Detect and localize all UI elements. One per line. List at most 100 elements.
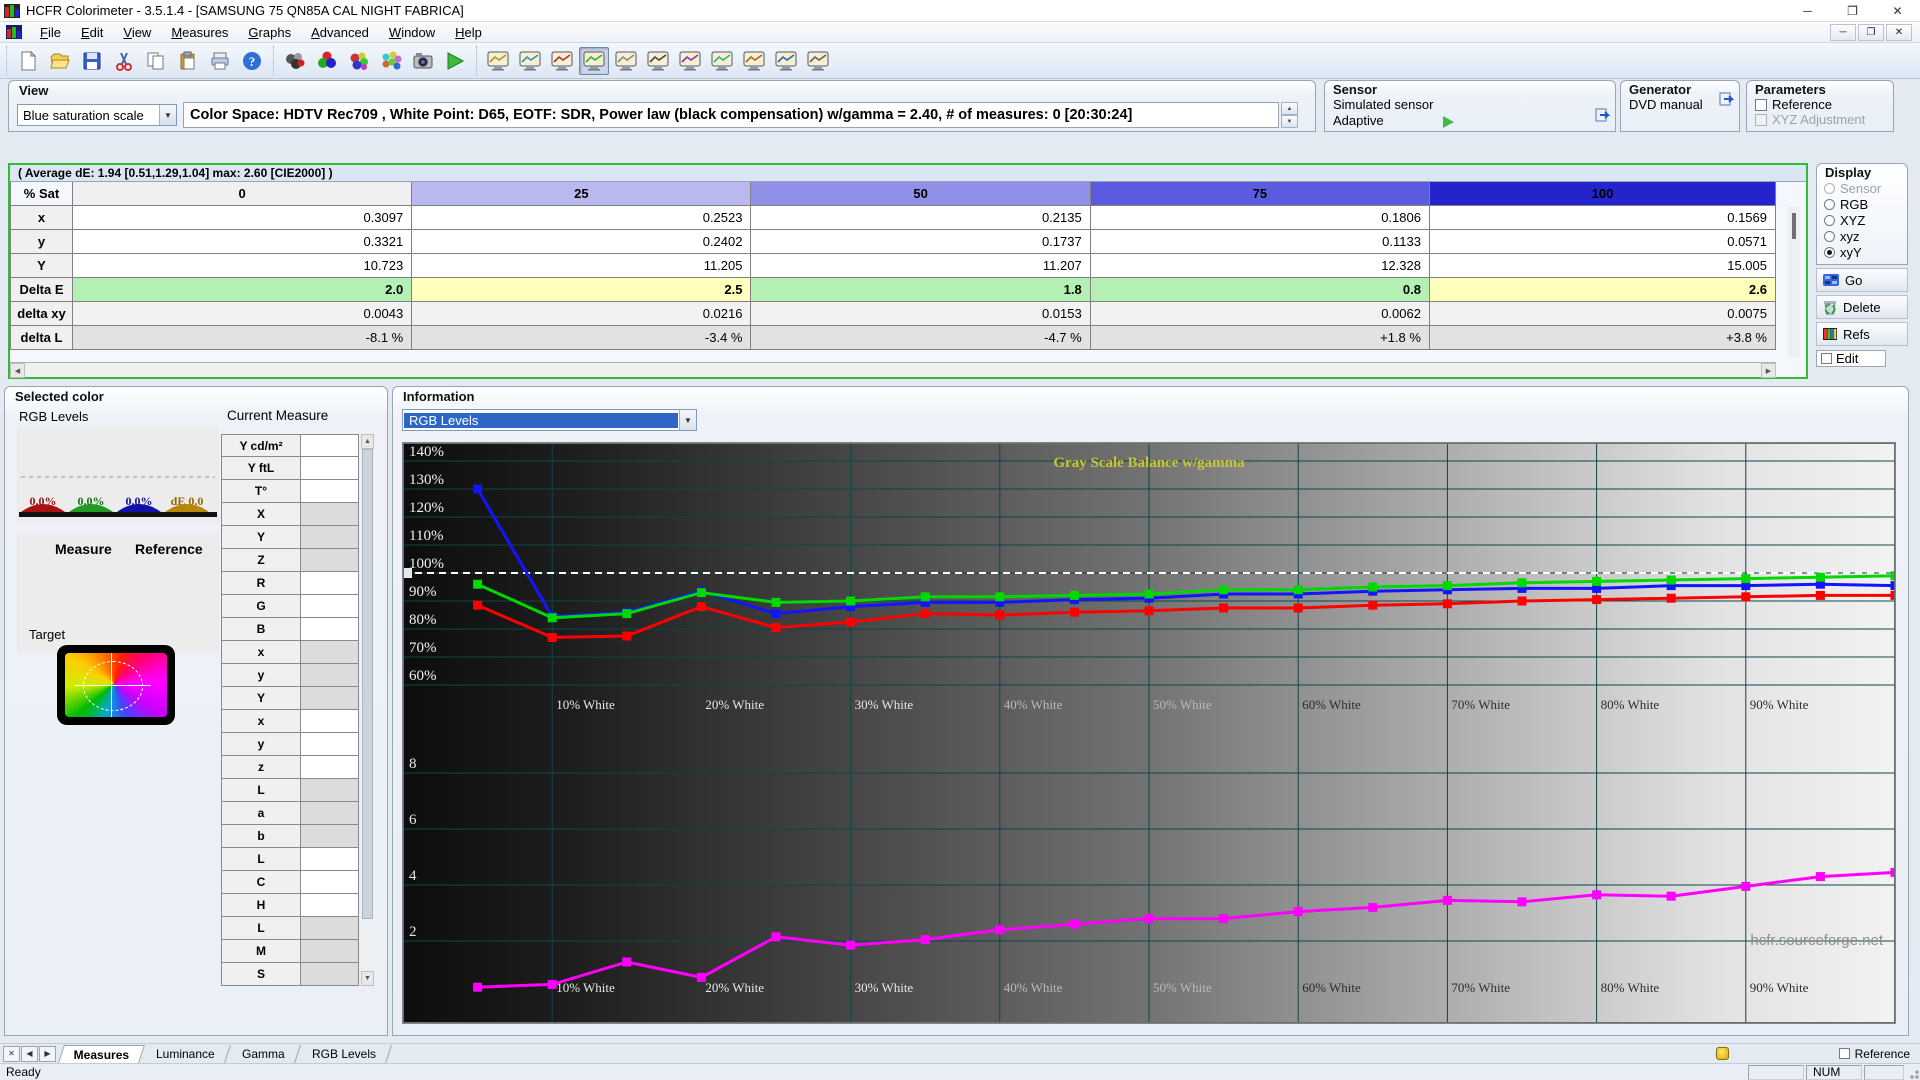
table-cell[interactable]: 0.0043 (73, 302, 413, 326)
go-button[interactable]: Go (1816, 268, 1908, 292)
save-button[interactable] (77, 47, 107, 75)
table-cell[interactable]: 0.0216 (412, 302, 752, 326)
table-cell[interactable]: -8.1 % (73, 326, 413, 350)
table-cell[interactable]: +1.8 % (1090, 326, 1430, 350)
table-cell[interactable]: 0.8 (1090, 278, 1430, 302)
table-cell[interactable]: -3.4 % (412, 326, 752, 350)
table-cell[interactable]: 10.723 (73, 254, 413, 278)
table-cell[interactable]: 0.0075 (1429, 302, 1776, 326)
colorchecker-balls-button[interactable] (376, 47, 406, 75)
prev-tab-button[interactable]: ◀ (21, 1045, 38, 1062)
primaries-balls-button[interactable] (344, 47, 374, 75)
display-option-XYZ[interactable]: XYZ (1817, 212, 1907, 228)
saturation-measures-table[interactable]: % Sat 0 25 50 75 100 x 0.3097 0.2523 0.2135 0.1806… (10, 182, 1776, 350)
tab-luminance[interactable]: Luminance (141, 1044, 232, 1063)
table-cell[interactable]: 0.2402 (412, 230, 752, 254)
close-view-button[interactable]: ✕ (3, 1045, 20, 1062)
luxmeter-icon[interactable] (1715, 1047, 1729, 1060)
cie-chart-view-button[interactable] (739, 47, 769, 75)
menu-help[interactable]: Help (445, 23, 492, 42)
nearwhite-view-button[interactable] (643, 47, 673, 75)
measure-count-spinner[interactable]: ▲ ▼ (1281, 102, 1298, 128)
table-cell[interactable]: +3.8 % (1429, 326, 1776, 350)
table-cell[interactable]: 11.205 (412, 254, 752, 278)
histogram-view-button[interactable] (771, 47, 801, 75)
table-cell[interactable]: 1.8 (751, 278, 1091, 302)
table-cell[interactable]: 0.1737 (751, 230, 1091, 254)
tab-rgb-levels[interactable]: RGB Levels (296, 1044, 392, 1063)
table-cell[interactable]: 11.207 (751, 254, 1091, 278)
checkbox-icon[interactable] (1838, 1048, 1850, 1059)
mdi-restore-button[interactable]: ❐ (1858, 23, 1884, 41)
mdi-minimize-button[interactable]: ─ (1830, 23, 1856, 41)
graph-type-dropdown[interactable]: RGB Levels ▼ (402, 409, 697, 431)
radio-icon[interactable] (1824, 230, 1835, 242)
table-cell[interactable]: 0.1569 (1429, 206, 1776, 230)
table-cell[interactable]: 2.0 (73, 278, 413, 302)
tab-measures[interactable]: Measures (58, 1044, 146, 1063)
rgb-levels-view-button[interactable] (579, 46, 609, 75)
rgb-balls-button[interactable] (312, 47, 342, 75)
scroll-down-icon[interactable]: ▼ (361, 971, 374, 986)
scroll-right-icon[interactable]: ▶ (1761, 363, 1776, 378)
minimize-button[interactable]: ─ (1785, 0, 1830, 22)
chevron-down-icon[interactable]: ▼ (159, 105, 176, 125)
checkbox-icon[interactable] (1821, 353, 1832, 364)
table-vertical-scrollbar[interactable] (1788, 207, 1800, 357)
table-cell[interactable]: 0.0571 (1429, 230, 1776, 254)
radio-icon[interactable] (1824, 214, 1835, 226)
free-measure-view-button[interactable] (803, 47, 833, 75)
run-measure-button[interactable] (440, 47, 470, 75)
table-horizontal-scrollbar[interactable]: ◀ ▶ (10, 362, 1776, 378)
radio-icon[interactable] (1824, 246, 1835, 258)
scroll-up-icon[interactable]: ▲ (361, 434, 374, 449)
saturation-view-button[interactable] (675, 47, 705, 75)
maximize-button[interactable]: ❐ (1830, 0, 1875, 22)
generator-config-icon[interactable] (1719, 92, 1735, 110)
camera-button[interactable] (408, 47, 438, 75)
sensor-run-icon[interactable] (1443, 116, 1454, 128)
nearblack-view-button[interactable] (611, 47, 641, 75)
menu-graphs[interactable]: Graphs (238, 23, 301, 42)
table-cell[interactable]: 0.2523 (412, 206, 752, 230)
menu-edit[interactable]: Edit (71, 23, 113, 42)
new-file-button[interactable] (13, 47, 43, 75)
table-cell[interactable]: 2.5 (412, 278, 752, 302)
checkbox-icon[interactable] (1755, 98, 1767, 111)
current-measure-scrollbar[interactable]: ▲ ▼ (361, 434, 374, 986)
measures-view-button[interactable] (483, 47, 513, 75)
next-tab-button[interactable]: ▶ (39, 1045, 56, 1062)
grayscale-balance-chart[interactable]: 140% 130% 120% 110% 100% 90% 80% 70% 60% 8 6 4 2 10% … (402, 442, 1900, 1024)
help-button[interactable]: ? (237, 47, 267, 75)
sensor-balls-button[interactable] (280, 47, 310, 75)
table-cell[interactable]: 12.328 (1090, 254, 1430, 278)
menu-view[interactable]: View (113, 23, 161, 42)
copy-button[interactable] (141, 47, 171, 75)
table-cell[interactable]: 15.005 (1429, 254, 1776, 278)
table-cell[interactable]: 0.3321 (73, 230, 413, 254)
resize-grip[interactable] (1906, 1064, 1920, 1080)
luminance-view-button[interactable] (515, 47, 545, 75)
edit-checkbox[interactable]: Edit (1816, 350, 1886, 367)
cut-button[interactable] (109, 47, 139, 75)
paste-button[interactable] (173, 47, 203, 75)
table-cell[interactable]: 0.3097 (73, 206, 413, 230)
delete-button[interactable]: Delete (1816, 295, 1908, 319)
table-cell[interactable]: 0.2135 (751, 206, 1091, 230)
mdi-close-button[interactable]: ✕ (1886, 23, 1912, 41)
scroll-left-icon[interactable]: ◀ (10, 363, 25, 378)
view-preset-dropdown[interactable]: Blue saturation scale ▼ (17, 104, 177, 126)
menu-measures[interactable]: Measures (161, 23, 238, 42)
open-folder-button[interactable] (45, 47, 75, 75)
chevron-down-icon[interactable]: ▼ (679, 410, 696, 430)
radio-icon[interactable] (1824, 198, 1835, 210)
display-option-xyY[interactable]: xyY (1817, 244, 1907, 260)
table-cell[interactable]: 2.6 (1429, 278, 1776, 302)
table-cell[interactable]: -4.7 % (751, 326, 1091, 350)
table-cell[interactable]: 0.0062 (1090, 302, 1430, 326)
menu-window[interactable]: Window (379, 23, 445, 42)
menu-file[interactable]: File (30, 23, 71, 42)
sensor-config-icon[interactable] (1595, 108, 1611, 126)
print-button[interactable] (205, 47, 235, 75)
table-cell[interactable]: 0.0153 (751, 302, 1091, 326)
